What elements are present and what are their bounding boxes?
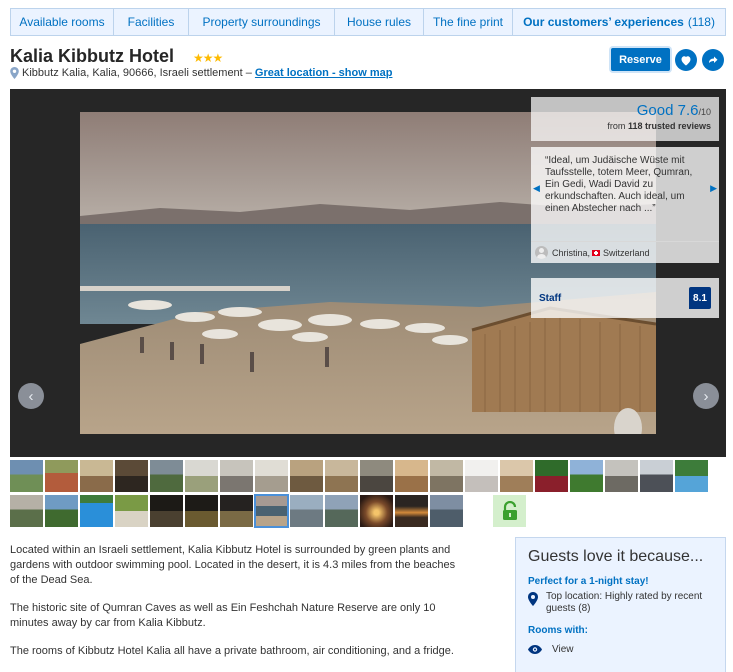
thumbnail[interactable] — [220, 460, 253, 492]
tab-house-rules[interactable]: House rules — [335, 9, 424, 35]
review-next-icon[interactable]: ▶ — [710, 183, 717, 194]
tab-customer-experiences-label: Our customers’ experiences — [523, 15, 684, 29]
thumbnail[interactable] — [150, 460, 183, 492]
reviewer-info: Christina, Switzerland — [535, 246, 715, 259]
photo-gallery: ‹ › Good 7.6/10 from 118 trusted reviews… — [10, 89, 726, 457]
hotel-address: Kibbutz Kalia, Kalia, 90666, Israeli set… — [22, 67, 252, 79]
swiss-flag-icon — [592, 249, 601, 256]
thumbnail[interactable] — [10, 460, 43, 492]
description-paragraph: The historic site of Qumran Caves as wel… — [10, 602, 436, 629]
staff-label: Staff — [539, 292, 562, 304]
perfect-stay-label: Perfect for a 1-night stay! — [528, 576, 649, 587]
thumbnail[interactable] — [80, 460, 113, 492]
thumbnail-selected[interactable] — [254, 494, 289, 528]
tab-review-count: (118) — [687, 15, 715, 29]
review-prev-icon[interactable]: ◀ — [533, 183, 540, 194]
staff-score-panel[interactable]: Staff 8.1 — [531, 278, 719, 318]
thumbnail[interactable] — [290, 495, 323, 527]
tab-customer-experiences[interactable]: Our customers’ experiences (118) — [513, 9, 725, 35]
hotel-name: Kalia Kibbutz Hotel — [10, 46, 175, 66]
thumbnail[interactable] — [535, 460, 568, 492]
thumbnail[interactable] — [150, 495, 183, 527]
eye-icon — [528, 645, 542, 654]
featured-review-panel[interactable]: ◀ ▶ “Ideal, um Judäische Wüste mit Taufs… — [531, 147, 719, 263]
save-favorite-button[interactable] — [675, 49, 697, 71]
tab-facilities[interactable]: Facilities — [114, 9, 189, 35]
thumbnail[interactable] — [290, 460, 323, 492]
share-button[interactable] — [702, 49, 724, 71]
gallery-next-button[interactable]: › — [693, 383, 719, 409]
thumbnail[interactable] — [640, 460, 673, 492]
hotel-description: Located within an Israeli settlement, Ka… — [10, 543, 460, 672]
thumbnail[interactable] — [255, 460, 288, 492]
thumbnail[interactable] — [325, 460, 358, 492]
trusted-reviews-count: 118 trusted reviews — [627, 121, 711, 131]
address-row: Kibbutz Kalia, Kalia, 90666, Israeli set… — [10, 67, 392, 79]
thumbnail[interactable] — [360, 495, 393, 527]
reviews-prefix: from — [607, 121, 626, 131]
view-feature-row: View — [528, 644, 713, 655]
description-paragraph: The rooms of Kibbutz Hotel Kalia all hav… — [10, 645, 454, 657]
share-icon — [709, 56, 718, 63]
thumbnail[interactable] — [185, 495, 218, 527]
map-pin-icon — [10, 67, 19, 79]
thumbnail[interactable] — [325, 495, 358, 527]
thumbnail[interactable] — [45, 495, 78, 527]
reviewer-avatar-icon — [535, 246, 548, 259]
guests-love-title: Guests love it because... — [528, 548, 704, 565]
thumbnail[interactable] — [465, 460, 498, 492]
rating-word: Good — [636, 102, 674, 119]
tab-property-surroundings[interactable]: Property surroundings — [189, 9, 335, 35]
description-paragraph: Located within an Israeli settlement, Ka… — [10, 544, 456, 586]
thumbnail[interactable] — [360, 460, 393, 492]
thumbnail[interactable] — [430, 495, 463, 527]
reviewer-name: Christina, — [552, 247, 591, 258]
thumbnail[interactable] — [675, 460, 708, 492]
gallery-prev-button[interactable]: ‹ — [18, 383, 44, 409]
review-divider — [531, 241, 719, 242]
thumbnail[interactable] — [500, 460, 533, 492]
review-count-text: from 118 trusted reviews — [539, 121, 711, 131]
review-quote: “Ideal, um Judäische Wüste mit Taufsstel… — [545, 155, 693, 214]
review-score: Good 7.6/10 — [539, 102, 711, 119]
tab-fine-print[interactable]: The fine print — [424, 9, 513, 35]
heart-icon — [681, 55, 691, 65]
review-score-panel[interactable]: Good 7.6/10 from 118 trusted reviews — [531, 97, 719, 141]
thumbnail[interactable] — [430, 460, 463, 492]
staff-score-badge: 8.1 — [689, 287, 711, 309]
rating-value: 7.6 — [677, 102, 699, 119]
property-tabs: Available rooms Facilities Property surr… — [10, 8, 726, 36]
thumbnail[interactable] — [395, 460, 428, 492]
reserve-button[interactable]: Reserve — [611, 48, 670, 71]
thumbnail[interactable] — [220, 495, 253, 527]
thumbnail[interactable] — [115, 460, 148, 492]
top-location-row: Top location: Highly rated by recent gue… — [528, 591, 713, 615]
guests-love-box: Guests love it because... Perfect for a … — [515, 537, 726, 672]
star-rating: ★★★ — [193, 51, 223, 65]
show-map-link[interactable]: Great location - show map — [255, 67, 393, 79]
reviewer-country: Switzerland — [603, 247, 650, 258]
rating-scale: /10 — [698, 107, 711, 117]
tab-available-rooms[interactable]: Available rooms — [11, 9, 114, 35]
view-feature-label: View — [552, 644, 574, 655]
thumbnail[interactable] — [570, 460, 603, 492]
thumbnail[interactable] — [10, 495, 43, 527]
rooms-with-label: Rooms with: — [528, 625, 588, 636]
top-location-text: Top location: Highly rated by recent gue… — [546, 591, 703, 614]
thumbnail[interactable] — [185, 460, 218, 492]
thumbnail[interactable] — [395, 495, 428, 527]
thumbnail[interactable] — [605, 460, 638, 492]
thumbnail[interactable] — [115, 495, 148, 527]
more-photos-locked-tile[interactable] — [493, 495, 526, 527]
lock-icon — [502, 501, 517, 520]
location-pin-icon — [528, 592, 538, 606]
thumbnail[interactable] — [45, 460, 78, 492]
thumbnail[interactable] — [80, 495, 113, 527]
